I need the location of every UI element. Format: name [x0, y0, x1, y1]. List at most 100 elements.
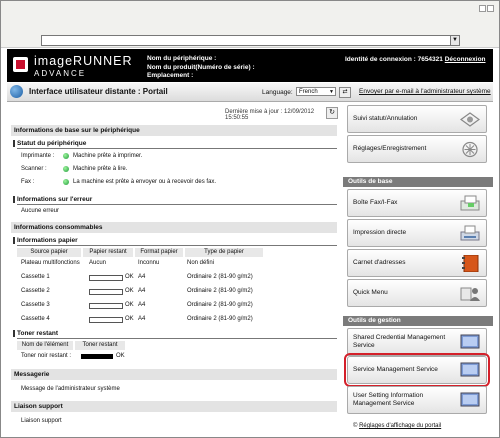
paper-level-bar	[89, 303, 123, 309]
toner-label: Toner noir restant :	[21, 353, 72, 359]
table-row: Cassette 3 OK A4 Ordinaire 2 (81-90 g/m2…	[17, 301, 317, 311]
status-value: La machine est prête à envoyer ou à rece…	[73, 179, 217, 185]
login-info: Identité de connexion : 7654321 Déconnex…	[345, 56, 486, 63]
minimize-icon[interactable]	[479, 5, 486, 12]
nav-label: Service Management Service	[353, 366, 438, 373]
nav-label: Boîte Fax/I-Fax	[353, 199, 398, 206]
main-content: Dernière mise à jour : 12/09/2012 15:50:…	[11, 105, 338, 435]
device-header: imageRUNNER ADVANCE Nom du périphérique …	[7, 49, 493, 82]
paper-source: Plateau multifonctions	[21, 260, 80, 266]
portal-display-settings-link[interactable]: © Réglages d'affichage du portail	[353, 423, 441, 429]
chevron-down-icon: ▼	[329, 89, 334, 95]
logout-link[interactable]: Déconnexion	[445, 56, 486, 63]
paper-type: Ordinaire 2 (81-90 g/m2)	[187, 316, 253, 322]
table-row: Cassette 2 OK A4 Ordinaire 2 (81-90 g/m2…	[17, 287, 317, 297]
settings-registration-button[interactable]: Réglages/Enregistrement	[347, 135, 487, 163]
basic-tools-header: Outils de base	[343, 177, 493, 187]
col-item-name: Nom de l'élément	[17, 341, 73, 350]
sidebar-nav: Suivi statut/Annulation Réglages/Enregis…	[343, 105, 493, 435]
paper-source: Cassette 3	[21, 302, 50, 308]
paper-table-header: Source papier Papier restant Format papi…	[17, 248, 263, 257]
quick-menu-button[interactable]: Quick Menu	[347, 279, 487, 307]
toner-table-header: Nom de l'élément Toner restant	[17, 341, 127, 350]
toner-value: OK	[116, 353, 125, 359]
management-tools-header: Outils de gestion	[343, 316, 493, 326]
language-label: Language:	[262, 89, 293, 96]
basic-info-header: Informations de base sur le périphérique	[11, 125, 337, 136]
error-header: Informations sur l'erreur	[13, 195, 337, 205]
login-id: Identité de connexion : 7654321	[345, 56, 443, 63]
monitor-icon	[460, 392, 480, 407]
toner-header: Toner restant	[13, 329, 337, 339]
support-link[interactable]: Liaison support	[21, 417, 62, 425]
paper-header: Informations papier	[13, 236, 337, 246]
status-monitor-button[interactable]: Suivi statut/Annulation	[347, 105, 487, 133]
gear-icon	[462, 141, 478, 158]
language-apply-icon[interactable]: ⇄	[339, 87, 351, 98]
status-label: Scanner :	[21, 166, 47, 172]
canon-logo-icon	[13, 57, 28, 72]
paper-source: Cassette 2	[21, 288, 50, 294]
device-name-label: Nom du périphérique :	[147, 55, 217, 62]
product-logo-sub: ADVANCE	[34, 69, 87, 78]
direct-print-button[interactable]: Impression directe	[347, 219, 487, 247]
fax-box-button[interactable]: Boîte Fax/I-Fax	[347, 189, 487, 217]
table-row: Plateau multifonctions Aucun Inconnu Non…	[17, 259, 317, 269]
address-book-icon	[462, 255, 479, 272]
address-bar[interactable]	[41, 35, 451, 46]
toner-level-bar	[81, 354, 113, 359]
paper-type: Ordinaire 2 (81-90 g/m2)	[187, 274, 253, 280]
messaging-header: Messagerie	[11, 369, 337, 380]
status-label: Imprimante :	[21, 153, 55, 159]
paper-source: Cassette 1	[21, 274, 50, 280]
col-paper-format: Format papier	[135, 248, 183, 257]
refresh-icon[interactable]: ↻	[326, 107, 338, 119]
status-ok-icon	[63, 166, 69, 172]
messaging-link[interactable]: Message de l'administrateur système	[21, 385, 120, 393]
col-paper-type: Type de papier	[185, 248, 263, 257]
address-book-button[interactable]: Carnet d'adresses	[347, 249, 487, 277]
nav-label: Impression directe	[353, 229, 407, 236]
fax-box-icon	[460, 195, 480, 211]
paper-remaining: OK	[125, 274, 134, 280]
nav-label: Carnet d'adresses	[353, 259, 406, 266]
user-setting-management-button[interactable]: User Setting Information Management Serv…	[347, 386, 487, 414]
service-management-button[interactable]: Service Management Service	[344, 353, 490, 387]
paper-source: Cassette 4	[21, 316, 50, 322]
paper-format: Inconnu	[138, 260, 160, 266]
monitor-icon	[460, 362, 480, 377]
printer-icon	[460, 225, 480, 241]
address-dropdown-icon[interactable]: ▼	[450, 35, 460, 46]
language-select[interactable]: French ▼	[296, 87, 336, 96]
email-admin-link[interactable]: Envoyer par e-mail à l'administrateur sy…	[359, 88, 491, 95]
monitor-icon	[460, 334, 480, 349]
portal-title-bar: Interface utilisateur distante : Portail…	[7, 83, 493, 102]
last-update: Dernière mise à jour : 12/09/2012 15:50:…	[225, 109, 315, 121]
settings-link-label: Réglages d'affichage du portail	[359, 423, 442, 429]
paper-format: A4	[138, 274, 146, 280]
status-value: Machine prête à lire.	[73, 166, 128, 172]
language-value: French	[299, 89, 318, 95]
status-label: Fax :	[21, 179, 35, 185]
page-title: Interface utilisateur distante : Portail	[29, 87, 168, 96]
nav-label: Quick Menu	[353, 289, 388, 296]
paper-type: Non défini	[187, 260, 215, 266]
paper-format: A4	[138, 302, 146, 308]
paper-format: A4	[138, 288, 146, 294]
col-toner-remaining: Toner restant	[75, 341, 125, 350]
close-icon[interactable]	[487, 5, 494, 12]
nav-label: Suivi statut/Annulation	[353, 115, 418, 122]
nav-label: Réglages/Enregistrement	[353, 145, 427, 152]
paper-level-bar	[89, 275, 123, 281]
device-info: Nom du périphérique : Nom du produit(Num…	[147, 55, 255, 81]
table-row: Cassette 4 OK A4 Ordinaire 2 (81-90 g/m2…	[17, 315, 317, 325]
location-label: Emplacement :	[147, 72, 194, 79]
browser-window: ▼ imageRUNNER ADVANCE Nom du périphériqu…	[0, 0, 500, 438]
settings-bullet: ©	[353, 423, 358, 429]
shared-credential-button[interactable]: Shared Credential Management Service	[347, 328, 487, 356]
paper-remaining: Aucun	[89, 260, 107, 266]
consumables-header: Informations consommables	[11, 222, 337, 233]
status-ok-icon	[63, 153, 69, 159]
status-ok-icon	[63, 179, 69, 185]
table-row: Cassette 1 OK A4 Ordinaire 2 (81-90 g/m2…	[17, 273, 317, 283]
